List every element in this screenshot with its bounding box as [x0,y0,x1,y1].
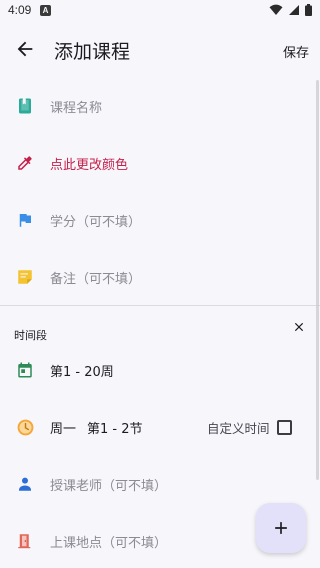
page-title: 添加课程 [54,41,131,63]
notification-icon: A [40,5,51,16]
custom-time-label: 自定义时间 [207,420,270,436]
status-time: 4:09 [8,3,32,17]
credit-field[interactable]: 学分（可不填） [0,200,320,240]
custom-time-checkbox[interactable] [277,419,292,435]
book-icon [15,96,35,116]
add-button[interactable] [256,503,306,553]
person-icon [15,474,35,494]
battery-icon [305,4,312,16]
screen: 4:09 A 添加课程 保存 课程名称 点此更改颜色 学分（可不填） 备注（可不… [0,0,320,568]
color-picker-row[interactable]: 点此更改颜色 [0,143,320,183]
arrow-back-icon[interactable] [14,38,36,60]
wifi-icon [269,4,283,15]
save-button[interactable]: 保存 [283,42,309,61]
status-icons [269,4,312,16]
sticky-note-icon [15,267,35,287]
scrollbar[interactable] [316,80,319,480]
weeks-row[interactable]: 第1 - 20周 [0,350,320,390]
note-input[interactable]: 备注（可不填） [50,268,141,287]
signal-icon [289,5,299,15]
periods-value[interactable]: 第1 - 2节 [87,418,143,437]
eyedropper-icon [15,153,35,173]
status-bar: 4:09 A [0,0,320,24]
app-bar: 添加课程 保存 [0,24,320,76]
divider [0,305,320,306]
note-field[interactable]: 备注（可不填） [0,257,320,297]
color-label[interactable]: 点此更改颜色 [50,154,128,173]
flag-icon [15,210,35,230]
calendar-icon [15,360,35,380]
add-icon [275,522,287,534]
close-icon[interactable] [292,320,306,334]
day-value[interactable]: 周一 [50,418,76,437]
course-name-field[interactable]: 课程名称 [0,86,320,126]
class-time-row[interactable]: 周一 第1 - 2节 自定义时间 [0,407,320,447]
teacher-field[interactable]: 授课老师（可不填） [0,464,320,504]
weeks-value[interactable]: 第1 - 20周 [50,361,114,380]
location-input[interactable]: 上课地点（可不填） [50,532,167,551]
credit-input[interactable]: 学分（可不填） [50,211,141,230]
course-name-input[interactable]: 课程名称 [50,97,102,116]
clock-icon [15,417,35,437]
door-icon [15,531,35,551]
time-section-label: 时间段 [14,329,47,342]
teacher-input[interactable]: 授课老师（可不填） [50,475,167,494]
